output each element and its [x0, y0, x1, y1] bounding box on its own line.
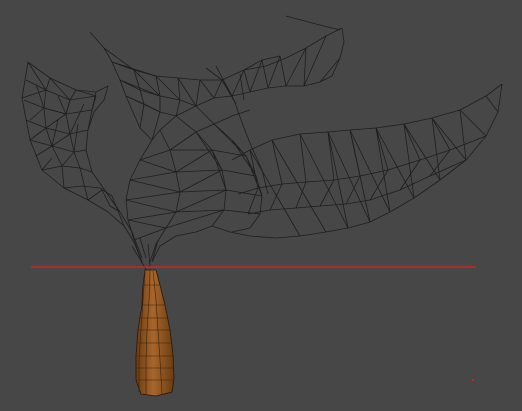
- foliage-wireframe-mesh[interactable]: [21, 15, 503, 283]
- lower-canopy-mesh: [125, 105, 263, 283]
- right-leaf-mesh: [211, 83, 503, 239]
- viewport-marker-dot: [472, 379, 474, 381]
- central-canopy-mesh: [89, 15, 345, 195]
- left-leaf-mesh: [21, 61, 143, 263]
- 3d-viewport[interactable]: [0, 0, 522, 411]
- tree-trunk-mesh[interactable]: [135, 269, 175, 397]
- viewport-canvas[interactable]: [0, 0, 522, 411]
